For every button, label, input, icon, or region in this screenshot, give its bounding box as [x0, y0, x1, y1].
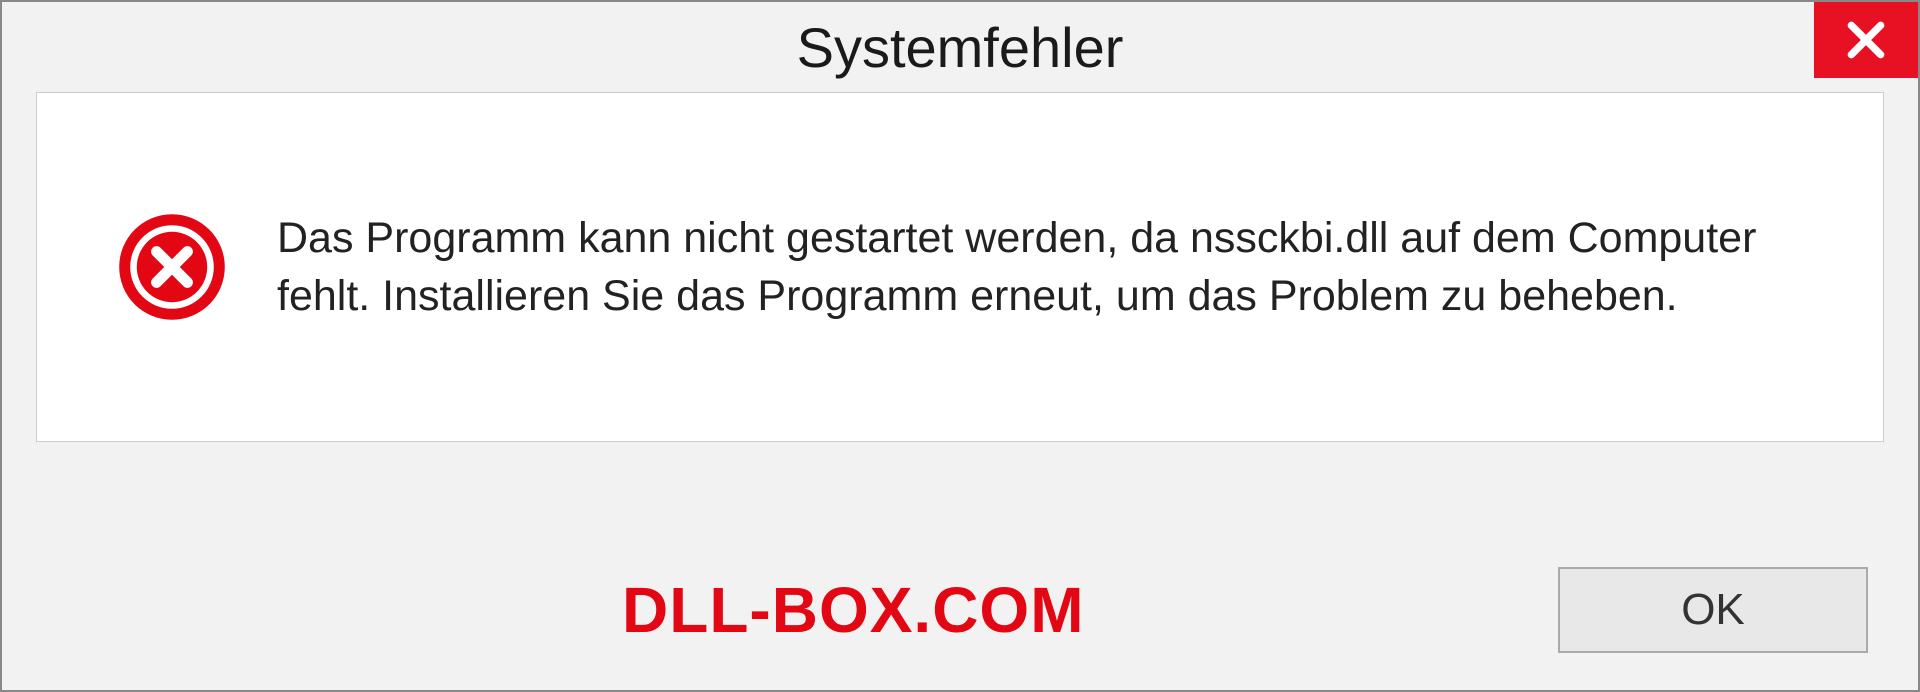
content-box: Das Programm kann nicht gestartet werden… [36, 92, 1884, 442]
error-dialog: Systemfehler Das Programm kann nicht ges… [0, 0, 1920, 692]
close-icon [1844, 18, 1888, 62]
close-button[interactable] [1814, 2, 1918, 78]
ok-button[interactable]: OK [1558, 567, 1868, 653]
footer: DLL-BOX.COM OK [2, 530, 1918, 690]
error-message: Das Programm kann nicht gestartet werden… [277, 209, 1843, 325]
titlebar: Systemfehler [2, 2, 1918, 92]
dialog-title: Systemfehler [797, 15, 1124, 80]
watermark-text: DLL-BOX.COM [622, 573, 1085, 647]
error-icon [117, 212, 227, 322]
